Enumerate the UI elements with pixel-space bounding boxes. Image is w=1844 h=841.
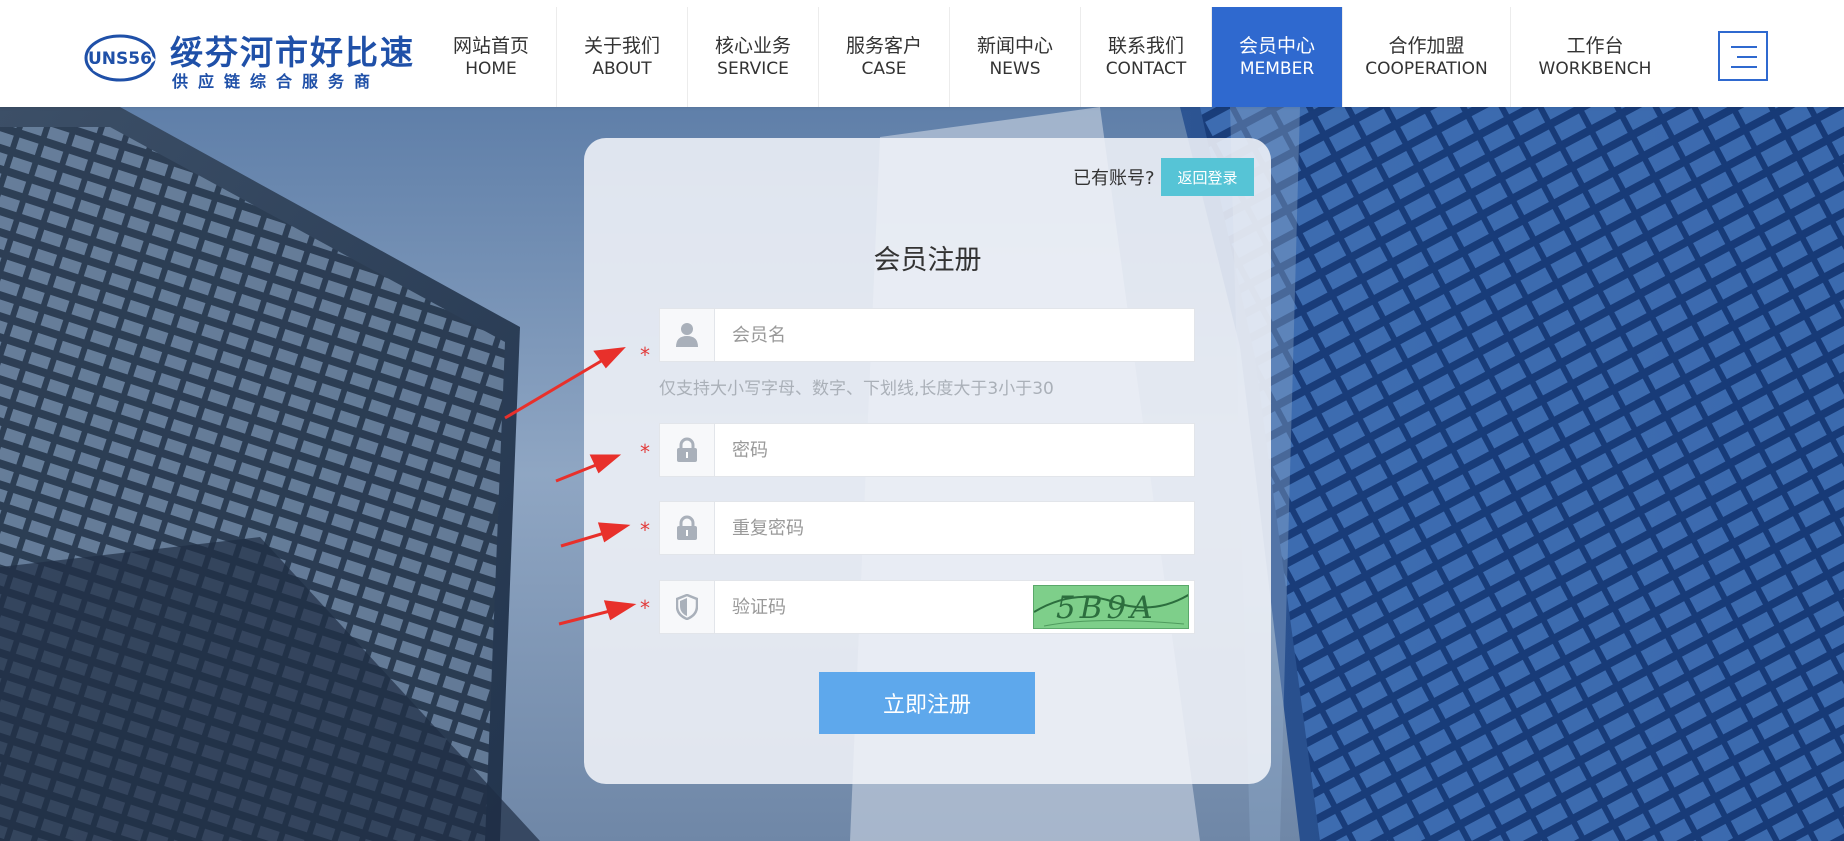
nav-label-cn: 核心业务 xyxy=(714,35,791,57)
nav-item-home[interactable]: 网站首页 HOME xyxy=(426,7,557,107)
register-card: 已有账号? 返回登录 会员注册 * 仅支持大小写字母、数字、下划线,长度大于3小… xyxy=(584,138,1271,784)
nav-label-en: NEWS xyxy=(989,59,1041,79)
username-input[interactable] xyxy=(716,309,1194,361)
captcha-input[interactable] xyxy=(716,581,1026,633)
required-mark: * xyxy=(640,518,650,542)
nav-item-contact[interactable]: 联系我们 CONTACT xyxy=(1081,7,1212,107)
page-title: 会员注册 xyxy=(873,245,982,276)
nav-label-cn: 合作加盟 xyxy=(1388,35,1465,57)
nav-label-cn: 工作台 xyxy=(1566,35,1624,57)
has-account-text: 已有账号? xyxy=(1073,168,1155,189)
main-nav: 网站首页 HOME 关于我们 ABOUT 核心业务 SERVICE 服务客户 C… xyxy=(426,7,1679,107)
nav-label-en: CASE xyxy=(861,59,907,79)
nav-label-cn: 网站首页 xyxy=(452,35,529,57)
password-repeat-input[interactable] xyxy=(716,502,1194,554)
nav-label-en: SERVICE xyxy=(717,59,789,79)
hamburger-icon[interactable] xyxy=(1718,31,1768,81)
password-input[interactable] xyxy=(716,424,1194,476)
back-to-login-button[interactable]: 返回登录 xyxy=(1161,158,1254,196)
nav-label-en: HOME xyxy=(465,59,517,79)
nav-label-cn: 服务客户 xyxy=(845,35,922,57)
nav-label-en: WORKBENCH xyxy=(1538,59,1652,79)
nav-label-cn: 新闻中心 xyxy=(976,35,1053,57)
nav-item-service[interactable]: 核心业务 SERVICE xyxy=(688,7,819,107)
user-icon xyxy=(660,309,715,361)
nav-item-workbench[interactable]: 工作台 WORKBENCH xyxy=(1511,7,1679,107)
nav-item-news[interactable]: 新闻中心 NEWS xyxy=(950,7,1081,107)
brand-name: 绥芬河市好比速 xyxy=(170,33,415,72)
nav-item-case[interactable]: 服务客户 CASE xyxy=(819,7,950,107)
required-mark: * xyxy=(640,596,650,620)
username-field xyxy=(659,308,1195,362)
nav-label-en: COOPERATION xyxy=(1365,59,1488,79)
required-mark: * xyxy=(640,440,650,464)
nav-label-cn: 关于我们 xyxy=(583,35,660,57)
captcha-image[interactable]: 5B9A xyxy=(1033,585,1189,629)
nav-item-about[interactable]: 关于我们 ABOUT xyxy=(557,7,688,107)
nav-label-cn: 联系我们 xyxy=(1107,35,1184,57)
nav-item-cooperation[interactable]: 合作加盟 COOPERATION xyxy=(1343,7,1511,107)
menu-line xyxy=(1731,46,1757,48)
site-logo[interactable]: UNS56 绥芬河市好比速 供应链综合服务商 xyxy=(84,22,413,92)
captcha-field: 5B9A xyxy=(659,580,1195,634)
password-repeat-field xyxy=(659,501,1195,555)
shield-icon xyxy=(660,581,715,633)
register-submit-button[interactable]: 立即注册 xyxy=(819,672,1035,734)
required-mark: * xyxy=(640,343,650,367)
logo-mark-icon: UNS56 xyxy=(84,34,156,82)
site-header: UNS56 绥芬河市好比速 供应链综合服务商 网站首页 HOME 关于我们 AB… xyxy=(0,0,1844,107)
nav-label-en: CONTACT xyxy=(1105,59,1187,79)
password-field xyxy=(659,423,1195,477)
username-hint: 仅支持大小写字母、数字、下划线,长度大于3小于30 xyxy=(659,379,1054,399)
captcha-text: 5B9A xyxy=(1056,590,1157,626)
menu-line xyxy=(1731,66,1757,68)
menu-line xyxy=(1737,56,1757,58)
logo-mark-text: UNS56 xyxy=(88,49,152,69)
lock-icon xyxy=(660,424,715,476)
nav-label-en: ABOUT xyxy=(592,59,652,79)
lock-icon xyxy=(660,502,715,554)
nav-item-member[interactable]: 会员中心 MEMBER xyxy=(1212,7,1343,107)
brand-tagline: 供应链综合服务商 xyxy=(172,72,381,91)
nav-label-en: MEMBER xyxy=(1239,59,1315,79)
nav-label-cn: 会员中心 xyxy=(1238,35,1315,57)
